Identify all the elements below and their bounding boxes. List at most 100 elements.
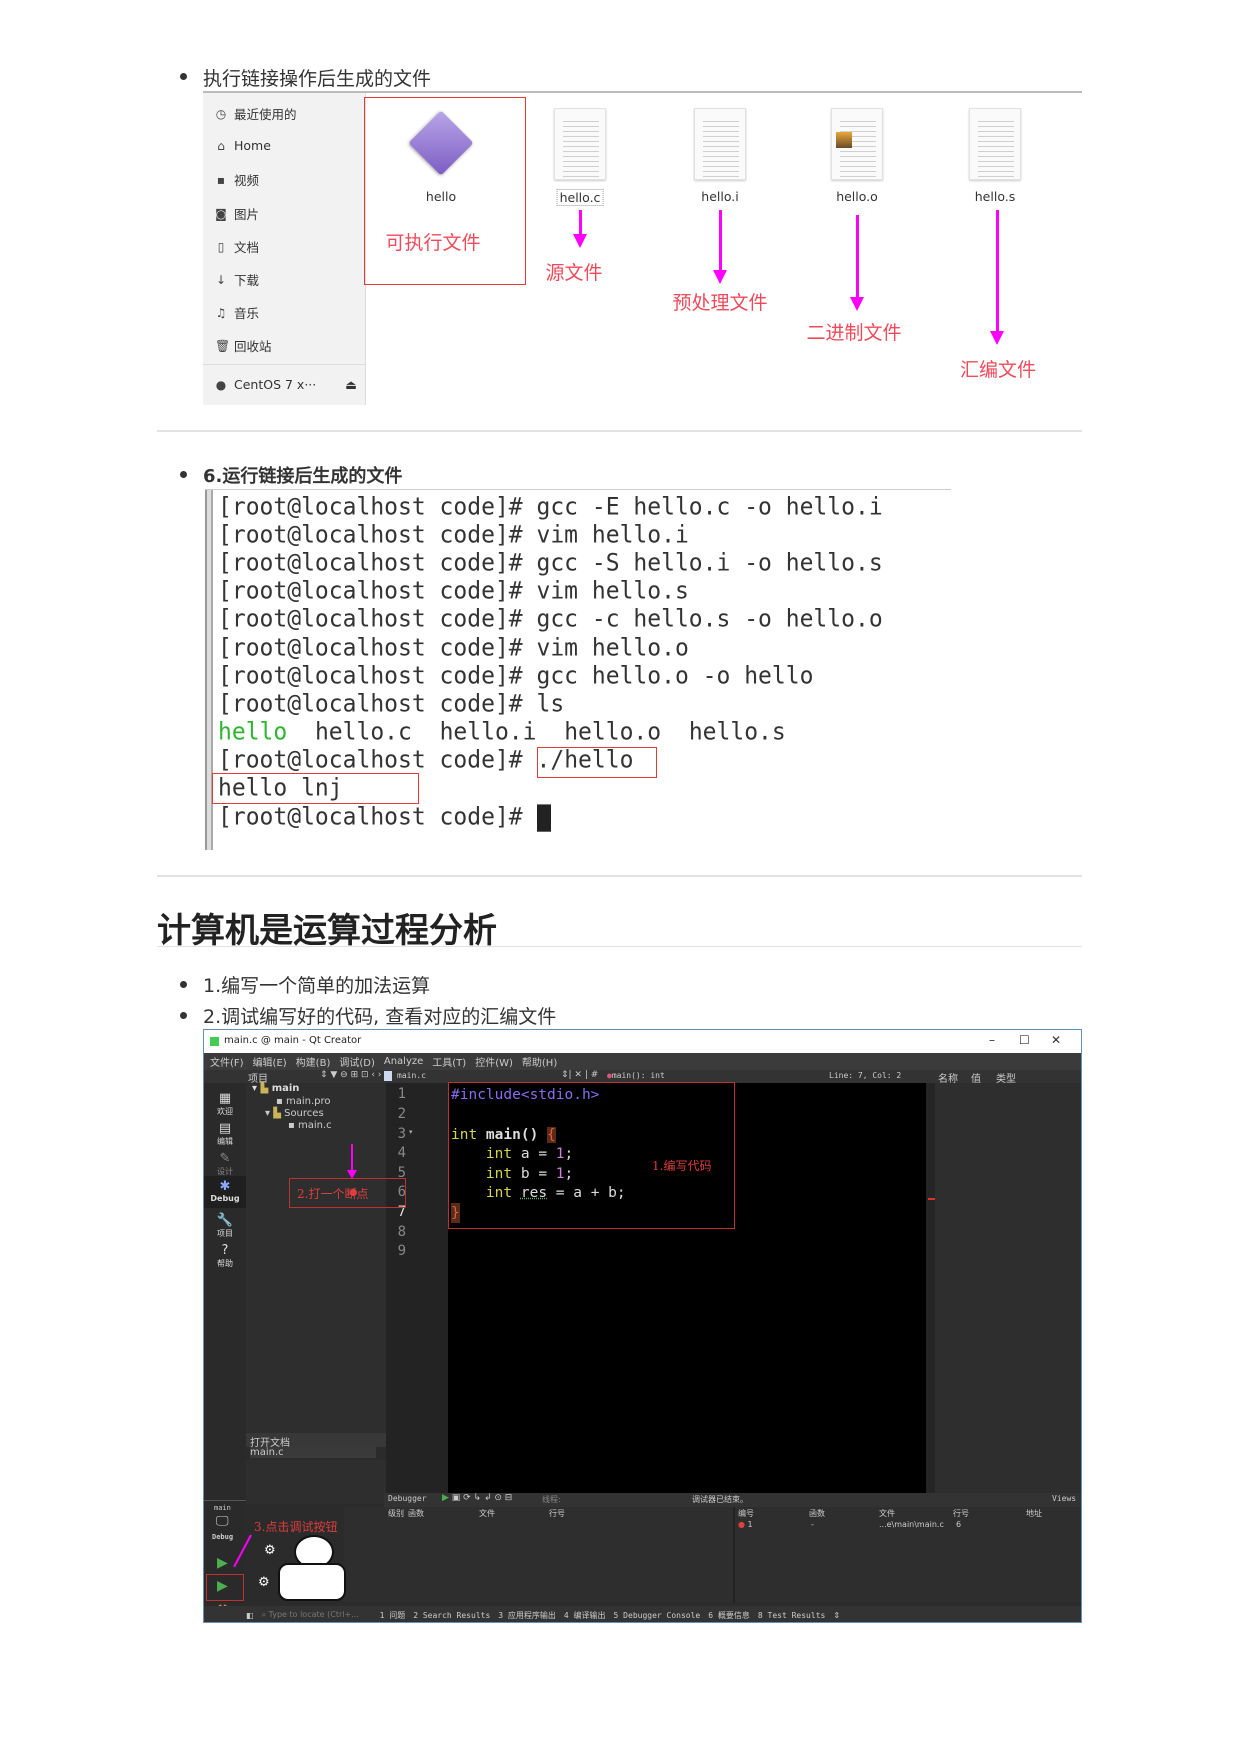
stack-header-function: 函数 [408, 1509, 424, 1518]
toolbar-icons[interactable]: ⇕ ▼ ⊖ ⊞ ⊡ ‹ › [320, 1070, 381, 1080]
sidebar-item-recent[interactable]: ◷ 最近使用的 [215, 104, 297, 123]
mode-label: 设计 [217, 1167, 233, 1176]
locate-placeholder: Type to locate (Ctrl+... [268, 1610, 359, 1619]
file-name[interactable]: hello.s [975, 189, 1015, 204]
sidebar-item-trash[interactable]: 🗑 回收站 [215, 336, 272, 355]
status-bar: ◧ ⌕ Type to locate (Ctrl+... 1 问题 2 Sear… [204, 1606, 1081, 1622]
sidebar-item-downloads[interactable]: ↓ 下载 [215, 270, 259, 289]
sidebar-item-documents[interactable]: ▯ 文档 [215, 237, 259, 256]
annotation-preprocessed: 预处理文件 [672, 292, 768, 314]
debugger-controls[interactable]: ▶ ▣ ⟳ ↳ ↲ ⊙ ⊟ [442, 1493, 512, 1503]
output-tab[interactable]: 3 应用程序输出 [498, 1610, 556, 1621]
bullet-dot [180, 471, 187, 478]
sidebar-label: Home [234, 138, 271, 153]
section-divider [157, 430, 1082, 432]
executable-name: hello [218, 718, 288, 746]
mode-help[interactable]: ? 帮助 [204, 1244, 246, 1269]
tree-item-main-c[interactable]: ▪ main.c [288, 1120, 332, 1131]
help-icon: ? [221, 1243, 229, 1258]
camera-icon: ◙ [215, 206, 227, 221]
arrow-icon [990, 210, 1004, 345]
close-file-button[interactable]: ⇕| ✕ | # [561, 1070, 598, 1080]
file-name[interactable]: hello.c [556, 189, 604, 206]
menu-debug[interactable]: 调试(D) [339, 1054, 375, 1069]
terminal-line: [root@localhost code]# gcc -S hello.i -o… [218, 549, 883, 577]
menu-build[interactable]: 构建(B) [296, 1054, 331, 1069]
eject-icon[interactable]: ⏏ [345, 377, 357, 392]
file-icon-hello-i[interactable] [694, 108, 746, 180]
start-debugging-button[interactable]: ▶ [217, 1578, 228, 1594]
fold-marker-icon[interactable]: ▾ [409, 1128, 413, 1136]
output-tab[interactable]: 4 编译输出 [564, 1610, 606, 1621]
debugger-label[interactable]: Debugger [388, 1494, 427, 1503]
function-selector[interactable]: ●main(): int [607, 1071, 665, 1080]
tree-item-main[interactable]: ▾ ▙ main [252, 1083, 299, 1094]
menu-help[interactable]: 帮助(H) [522, 1054, 557, 1069]
file-name[interactable]: hello.o [836, 189, 878, 204]
file-manager-sidebar: ◷ 最近使用的 ⌂ Home ▪ 视频 ◙ 图片 ▯ 文档 ↓ 下载 ♫ 音乐 🗑 回收站 ● C… [203, 93, 366, 405]
document-icon: ▯ [217, 239, 225, 254]
open-file-selector[interactable]: main.c [397, 1071, 426, 1080]
sidebar-item-device[interactable]: ● CentOS 7 x··· ⏏ [215, 377, 357, 392]
menu-tools[interactable]: 工具(T) [432, 1054, 466, 1069]
file-name[interactable]: hello [426, 189, 456, 204]
sidebar-item-pictures[interactable]: ◙ 图片 [215, 204, 259, 223]
output-tab[interactable]: 8 Test Results [758, 1611, 825, 1620]
locate-input[interactable]: ⌕ Type to locate (Ctrl+... [262, 1610, 372, 1620]
menu-bar: 文件(F) 编辑(E) 构建(B) 调试(D) Analyze 工具(T) 控件… [204, 1053, 1081, 1070]
mode-label: 编辑 [217, 1137, 233, 1146]
menu-controls[interactable]: 控件(W) [475, 1054, 513, 1069]
section-divider [157, 875, 1082, 877]
views-button[interactable]: Views [1052, 1494, 1076, 1503]
window-title: main.c @ main - Qt Creator [224, 1035, 362, 1046]
mode-design[interactable]: ✎ 设计 [204, 1152, 246, 1177]
output-tab[interactable]: 2 Search Results [413, 1611, 490, 1620]
sidebar-item-home[interactable]: ⌂ Home [215, 138, 271, 153]
image-thumbnail [836, 132, 852, 148]
grid-icon: ▦ [218, 1091, 232, 1106]
bullet-dot [180, 981, 187, 988]
menu-edit[interactable]: 编辑(E) [253, 1054, 287, 1069]
terminal-top-border [205, 489, 951, 490]
maximize-button[interactable]: ☐ [1019, 1033, 1030, 1047]
sidebar-toggle-icon[interactable]: ◧ [246, 1611, 254, 1620]
menu-file[interactable]: 文件(F) [210, 1054, 244, 1069]
kit-mode: Debug [212, 1533, 234, 1541]
mode-projects[interactable]: 🔧 项目 [204, 1214, 246, 1239]
editor-scrollbar[interactable] [926, 1083, 935, 1493]
function-label: main(): int [611, 1071, 665, 1080]
device-label: CentOS 7 x··· [234, 377, 317, 392]
sidebar-item-music[interactable]: ♫ 音乐 [215, 303, 259, 322]
qt-logo-icon [210, 1037, 219, 1046]
tree-item-main-pro[interactable]: ▪ main.pro [276, 1096, 331, 1107]
run-button[interactable]: ▶ [217, 1555, 228, 1571]
minimize-button[interactable]: – [989, 1033, 995, 1047]
open-doc-item[interactable]: main.c [250, 1447, 376, 1458]
output-tab[interactable]: 1 问题 [380, 1610, 406, 1621]
file-icon-hello-s[interactable] [969, 108, 1021, 180]
arrow-icon [573, 210, 587, 248]
bp-header-address: 地址 [1026, 1509, 1042, 1518]
mode-debug[interactable]: ✱ Debug [204, 1176, 246, 1208]
menu-analyze[interactable]: Analyze [384, 1056, 423, 1067]
mode-label: 帮助 [217, 1259, 233, 1268]
sidebar-item-videos[interactable]: ▪ 视频 [215, 170, 259, 189]
mode-welcome[interactable]: ▦ 欢迎 [204, 1092, 246, 1117]
bug-icon: ✱ [219, 1179, 231, 1194]
output-tab[interactable]: 5 Debugger Console [614, 1611, 701, 1620]
code-highlight-box [448, 1082, 735, 1229]
file-name[interactable]: hello.i [701, 189, 738, 204]
mode-label: Debug [210, 1194, 240, 1203]
mascot-roll [278, 1563, 346, 1601]
monitor-icon[interactable]: 🖵 [216, 1514, 229, 1529]
more-tabs-icon[interactable]: ⇕ [833, 1611, 840, 1620]
mode-edit[interactable]: ▤ 编辑 [204, 1122, 246, 1147]
output-tab[interactable]: 6 概要信息 [708, 1610, 750, 1621]
tree-label: main.c [297, 1120, 332, 1131]
arrow-head [347, 1170, 357, 1179]
file-icon-hello-c[interactable] [554, 108, 606, 180]
thread-label: 线程: [542, 1495, 561, 1504]
tree-item-sources[interactable]: ▾ ▙ Sources [265, 1108, 324, 1119]
output-highlight-box [212, 773, 419, 804]
close-button[interactable]: ✕ [1051, 1033, 1061, 1047]
